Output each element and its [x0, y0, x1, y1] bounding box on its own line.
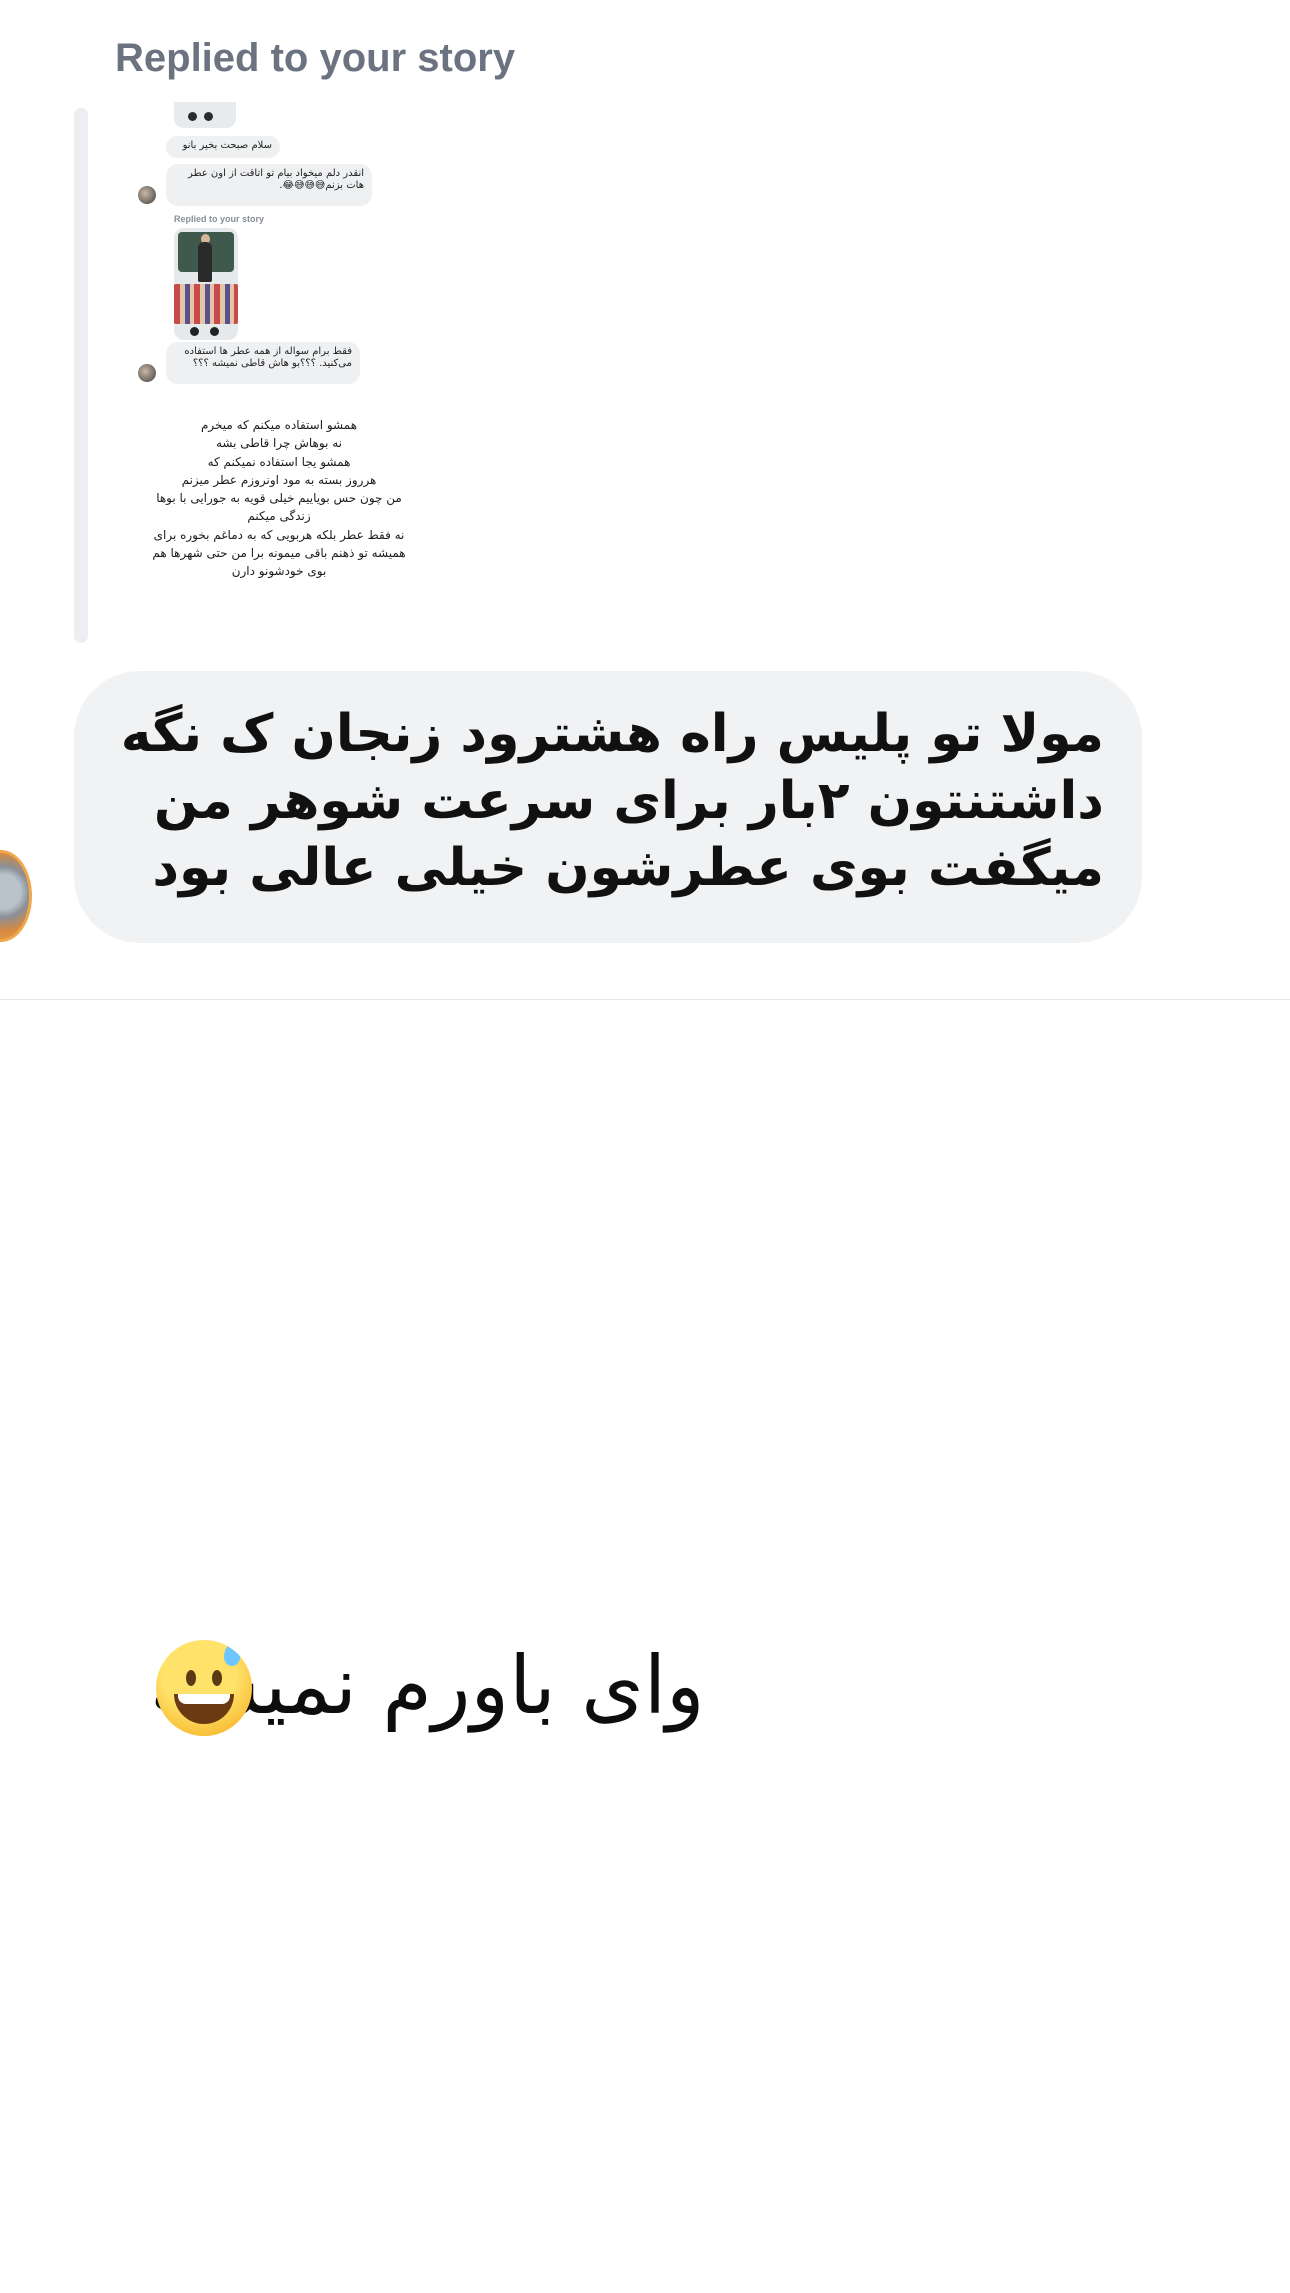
- story-sender-avatar: [138, 364, 156, 382]
- replied-to-story-label: Replied to your story: [115, 36, 516, 80]
- emoji-eye: [186, 1670, 196, 1686]
- story-sender-avatar: [138, 186, 156, 204]
- caption-line: همیشه تو ذهنم باقی میمونه برا من حتی شهر…: [152, 546, 406, 561]
- caption-line: نه بوهاش چرا قاطی بشه: [216, 436, 342, 451]
- message-text: مولا تو پلیس راه هشترود زنجان ک نگه داشت…: [120, 704, 1104, 898]
- dm-conversation: Replied to your story سلام صبحت بخیر بان…: [0, 0, 1290, 2293]
- story-divider: [0, 999, 1290, 1000]
- story-thumb-top: [174, 102, 236, 128]
- sender-avatar[interactable]: [0, 850, 32, 942]
- caption-line: همشو یجا استفاده نمیکنم که: [207, 454, 351, 469]
- story-replied-label: Replied to your story: [174, 214, 265, 224]
- caption-line: من چون حس بویاییم خیلی قویه به جورایی با…: [156, 491, 402, 506]
- story-message-bubble: انقدر دلم میخواد بیام تو اتاقت از اون عط…: [166, 164, 372, 206]
- message-bubble[interactable]: مولا تو پلیس راه هشترود زنجان ک نگه داشت…: [74, 671, 1142, 943]
- caption-line: بوی خودشونو دارن: [231, 564, 327, 579]
- story-greeting-bubble: سلام صبحت بخیر بانو: [166, 136, 280, 158]
- story-question-bubble: فقط برام سواله از همه عطر ها استفاده می‌…: [166, 342, 360, 384]
- reaction-dot: [188, 112, 197, 121]
- story-photo-thumbnail: [174, 228, 238, 340]
- crowd: [174, 284, 238, 324]
- emoji-sweat-drop: [224, 1644, 240, 1666]
- reaction-dot: [204, 112, 213, 121]
- reaction-dot: [190, 327, 199, 336]
- reaction-dot: [210, 327, 219, 336]
- story-reply-text: وای باورم نمیشه: [150, 1636, 850, 1736]
- caption-line: همشو استفاده میکنم که میخرم: [200, 418, 358, 432]
- caption-line: نه فقط عطر بلکه هربویی که به دماغم بخوره…: [153, 527, 405, 542]
- caption-line: هرروز بسته به مود اونروزم عطر میزنم: [181, 472, 377, 487]
- person-figure: [198, 242, 212, 282]
- emoji-eye: [212, 1670, 222, 1686]
- emoji-teeth: [178, 1694, 230, 1704]
- story-caption: همشو استفاده میکنم که میخرم نه بوهاش چرا…: [120, 416, 438, 581]
- grinning-face-with-sweat-icon: [156, 1640, 252, 1736]
- caption-line: زندگی میکنم: [247, 509, 311, 524]
- story-reply-indicator-bar: [74, 108, 88, 643]
- story-preview[interactable]: سلام صبحت بخیر بانو انقدر دلم میخواد بیا…: [120, 102, 438, 594]
